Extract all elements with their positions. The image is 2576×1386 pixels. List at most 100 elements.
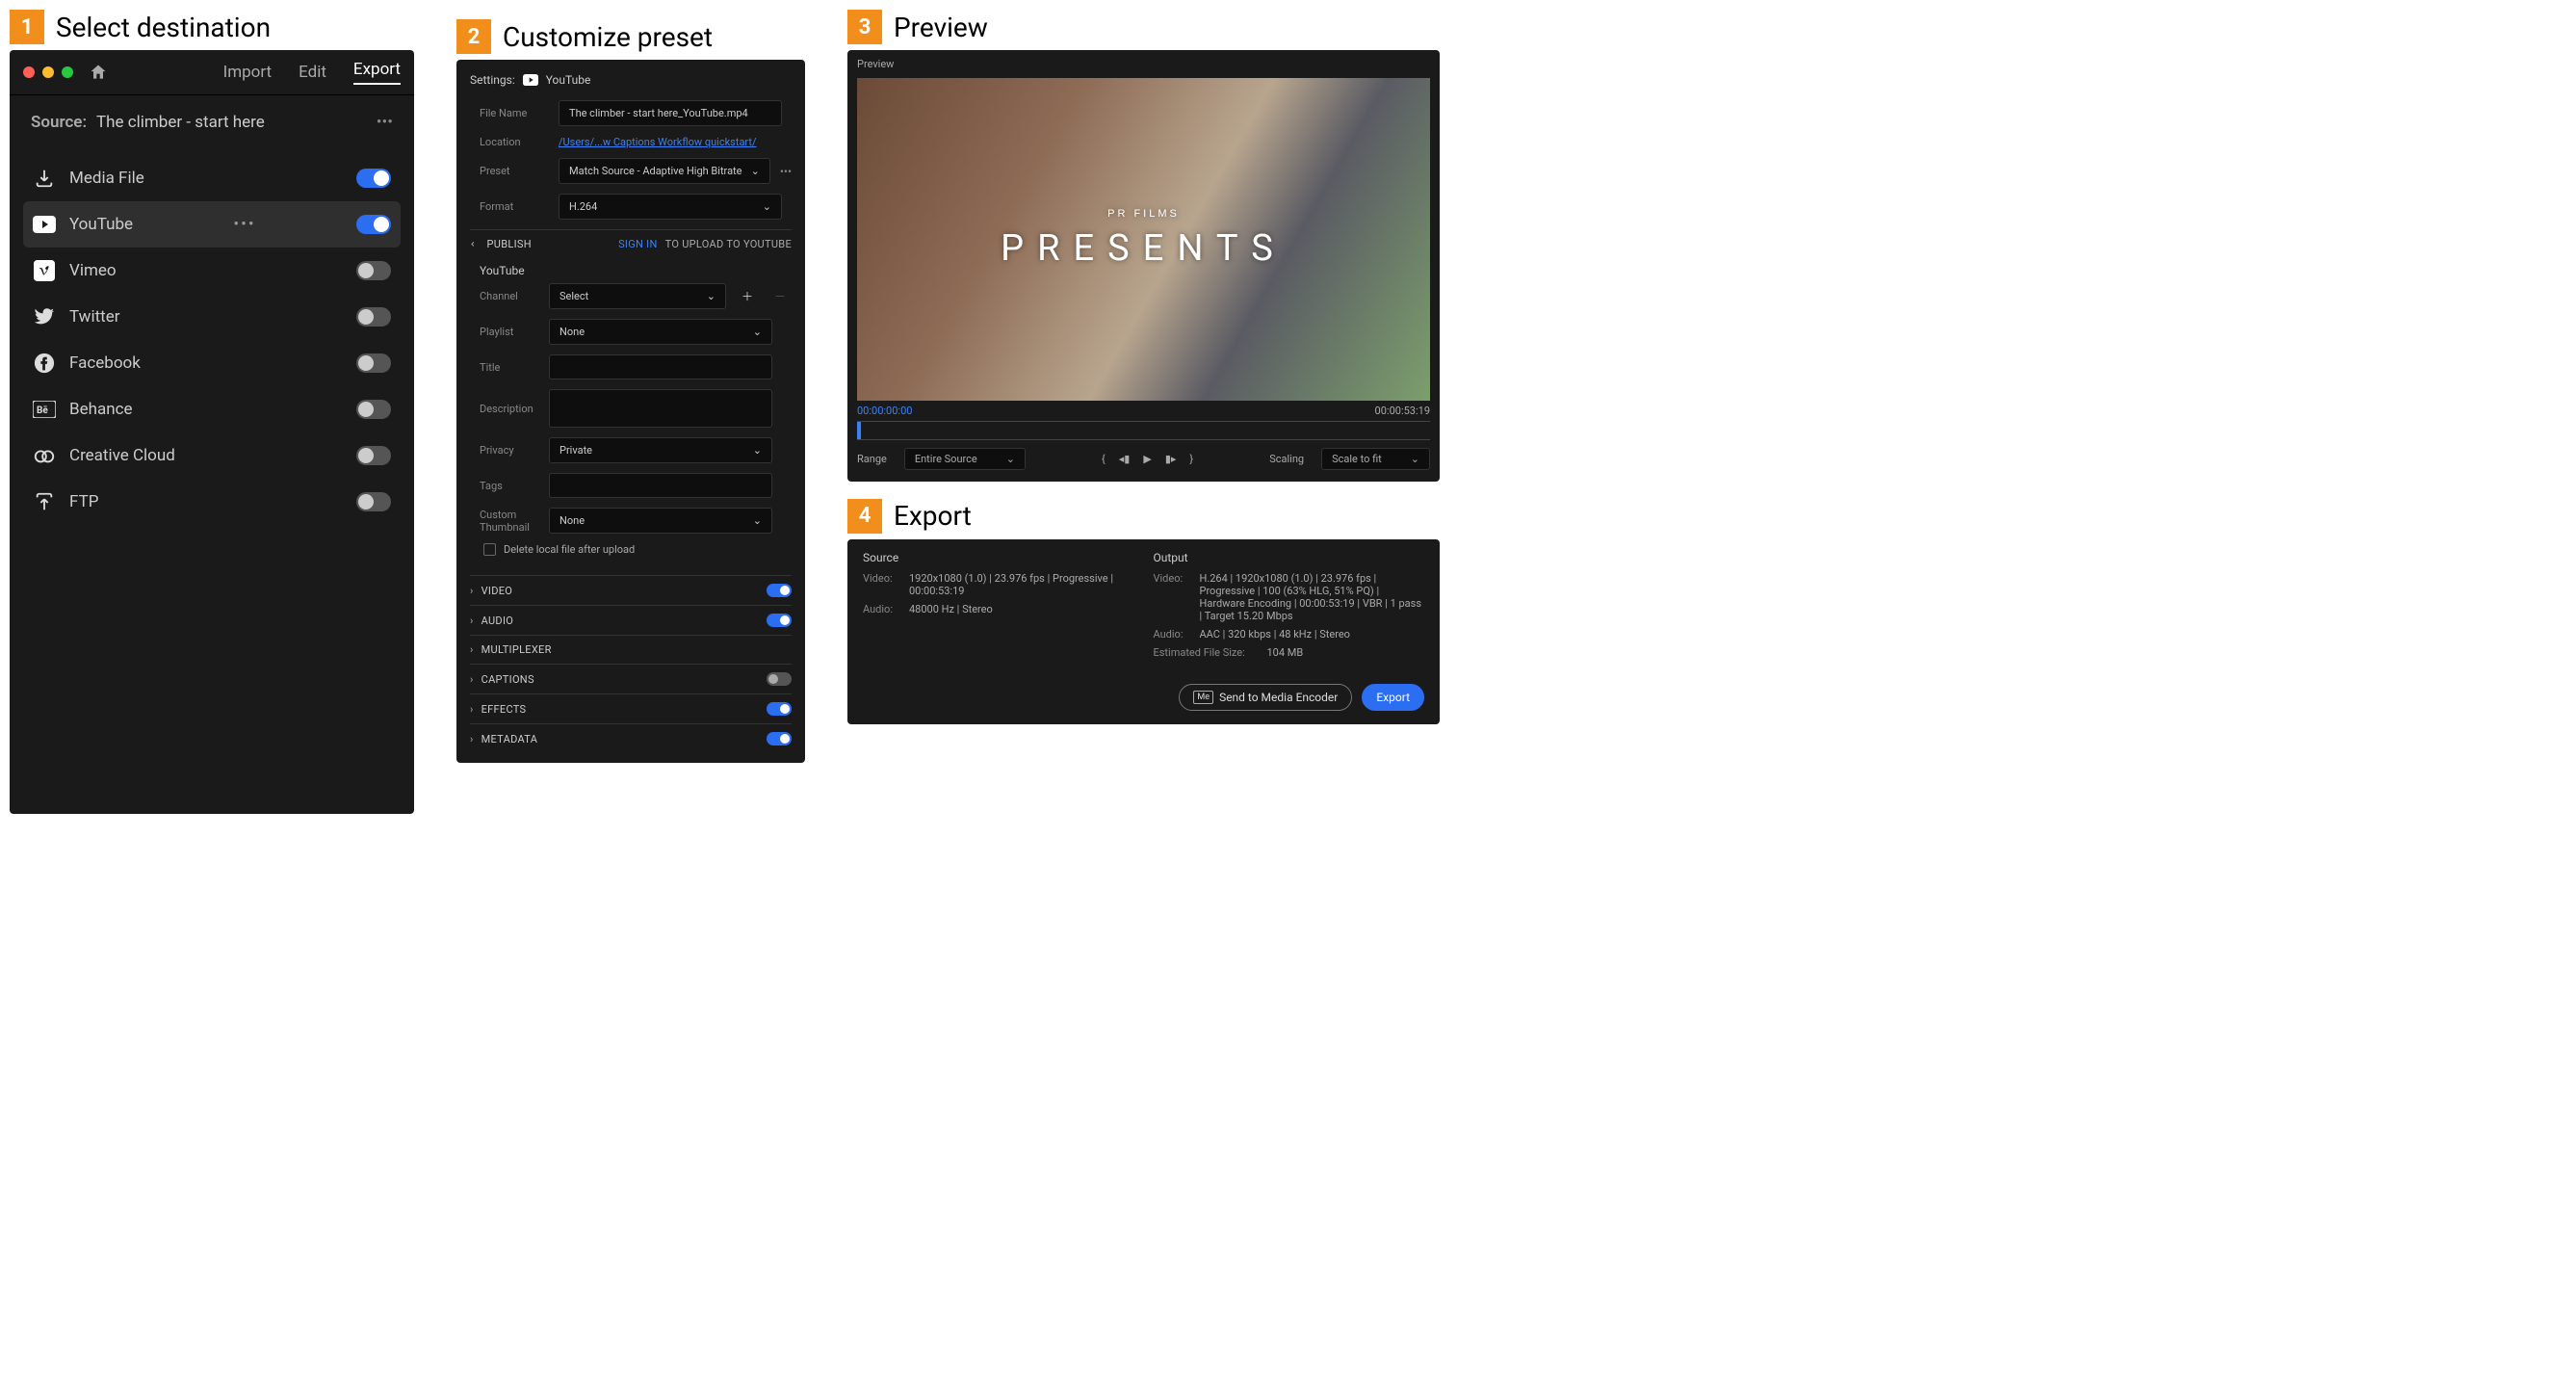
step-title: Select destination [56, 12, 271, 43]
location-link[interactable]: /Users/...w Captions Workflow quickstart… [559, 136, 782, 148]
title-label: Title [480, 361, 539, 374]
section-metadata-header[interactable]: ›METADATA [470, 732, 792, 745]
section-effects-header[interactable]: ›EFFECTS [470, 702, 792, 716]
nav-import[interactable]: Import [223, 63, 273, 82]
destination-twitter[interactable]: Twitter [23, 294, 401, 340]
destination-toggle[interactable] [356, 446, 391, 465]
preview-viewport[interactable]: PR FILMS PRESENTS [857, 78, 1430, 401]
destination-toggle[interactable] [356, 353, 391, 373]
destination-toggle[interactable] [356, 400, 391, 419]
destination-label: YouTube [69, 215, 133, 234]
remove-channel-icon[interactable]: － [768, 288, 792, 304]
output-video-value: H.264 | 1920x1080 (1.0) | 23.976 fps | P… [1200, 572, 1425, 622]
settings-destination: YouTube [546, 73, 591, 87]
section-toggle[interactable] [767, 702, 792, 716]
destination-more-icon[interactable]: ••• [233, 215, 255, 234]
nav-export[interactable]: Export [353, 60, 401, 85]
format-select[interactable]: H.264⌄ [559, 194, 782, 220]
publish-section-header[interactable]: ⌄ PUBLISH Sign In to upload to YouTube [470, 238, 792, 250]
destination-media-file[interactable]: Media File [23, 155, 401, 201]
minimize-icon[interactable] [42, 66, 54, 78]
youtube-icon [33, 213, 56, 236]
facebook-icon [33, 352, 56, 375]
scaling-select[interactable]: Scale to fit⌄ [1321, 448, 1430, 470]
channel-select[interactable]: Select⌄ [549, 283, 726, 309]
destination-label: Media File [69, 169, 144, 188]
destination-behance[interactable]: BēBehance [23, 386, 401, 432]
file-name-input[interactable]: The climber - start here_YouTube.mp4 [559, 100, 782, 126]
thumbnail-select[interactable]: None⌄ [549, 508, 772, 534]
section-audio-header[interactable]: ›AUDIO [470, 614, 792, 627]
destination-toggle[interactable] [356, 169, 391, 188]
chevron-down-icon: ⌄ [1006, 453, 1015, 465]
section-label: EFFECTS [481, 703, 527, 716]
destination-toggle[interactable] [356, 492, 391, 511]
channel-label: Channel [480, 290, 539, 302]
close-icon[interactable] [23, 66, 35, 78]
format-label: Format [480, 200, 549, 213]
add-channel-icon[interactable]: ＋ [736, 288, 759, 304]
section-toggle[interactable] [767, 672, 792, 686]
scrub-bar[interactable] [857, 421, 1430, 440]
destination-facebook[interactable]: Facebook [23, 340, 401, 386]
chevron-right-icon: › [470, 733, 474, 745]
nav-edit[interactable]: Edit [299, 63, 326, 82]
destination-toggle[interactable] [356, 261, 391, 280]
play-icon[interactable]: ▶ [1143, 453, 1151, 465]
section-toggle[interactable] [767, 614, 792, 627]
location-label: Location [480, 136, 549, 148]
destination-ftp[interactable]: FTP [23, 479, 401, 525]
destination-toggle[interactable] [356, 215, 391, 234]
destination-creative-cloud[interactable]: Creative Cloud [23, 432, 401, 479]
step-back-icon[interactable]: ◂▮ [1119, 453, 1131, 465]
twitter-icon [33, 305, 56, 328]
section-video-header[interactable]: ›VIDEO [470, 584, 792, 597]
source-header: Source [863, 551, 1134, 564]
delete-local-label: Delete local file after upload [504, 543, 635, 556]
source-value: The climber - start here [96, 113, 265, 132]
destination-label: Behance [69, 400, 133, 419]
export-button[interactable]: Export [1362, 684, 1424, 711]
signin-hint: to upload to YouTube [665, 238, 792, 250]
step-forward-icon[interactable]: ▮▸ [1165, 453, 1177, 465]
chevron-down-icon: ⌄ [753, 326, 762, 338]
maximize-icon[interactable] [62, 66, 73, 78]
title-input[interactable] [549, 354, 772, 379]
window-controls[interactable] [23, 66, 73, 78]
section-label: CAPTIONS [481, 673, 534, 686]
output-video-key: Video: [1154, 572, 1192, 622]
creative-cloud-icon [33, 444, 56, 467]
playlist-select[interactable]: None⌄ [549, 319, 772, 345]
mark-out-icon[interactable]: } [1189, 453, 1193, 465]
destination-toggle[interactable] [356, 307, 391, 327]
preset-more-icon[interactable]: ••• [780, 165, 792, 178]
section-toggle[interactable] [767, 732, 792, 745]
preset-select[interactable]: Match Source - Adaptive High Bitrate⌄ [559, 158, 770, 184]
destination-label: FTP [69, 492, 98, 511]
send-to-media-encoder-button[interactable]: Me Send to Media Encoder [1179, 684, 1352, 711]
chevron-down-icon: ⌄ [751, 165, 760, 177]
destination-label: Twitter [69, 307, 119, 327]
playlist-label: Playlist [480, 326, 539, 338]
home-icon[interactable] [89, 63, 108, 82]
description-input[interactable] [549, 389, 772, 428]
tags-input[interactable] [549, 473, 772, 498]
section-multiplexer-header[interactable]: ›MULTIPLEXER [470, 643, 792, 656]
destination-youtube[interactable]: YouTube ••• [23, 201, 401, 248]
section-label: AUDIO [481, 615, 514, 627]
section-captions-header[interactable]: ›CAPTIONS [470, 672, 792, 686]
preview-overlay-subtitle: PR FILMS [1001, 208, 1287, 220]
delete-local-checkbox[interactable] [483, 543, 496, 556]
timecode-start[interactable]: 00:00:00:00 [857, 405, 912, 417]
range-select[interactable]: Entire Source⌄ [904, 448, 1026, 470]
estimated-size-value: 104 MB [1267, 646, 1304, 659]
output-audio-key: Audio: [1154, 628, 1192, 641]
destination-vimeo[interactable]: Vimeo [23, 248, 401, 294]
source-more-icon[interactable]: ••• [377, 113, 393, 132]
section-toggle[interactable] [767, 584, 792, 597]
step-number: 4 [847, 499, 882, 534]
preview-title: Preview [857, 58, 1430, 70]
signin-link[interactable]: Sign In [618, 238, 658, 250]
privacy-select[interactable]: Private⌄ [549, 437, 772, 463]
mark-in-icon[interactable]: { [1102, 453, 1106, 465]
